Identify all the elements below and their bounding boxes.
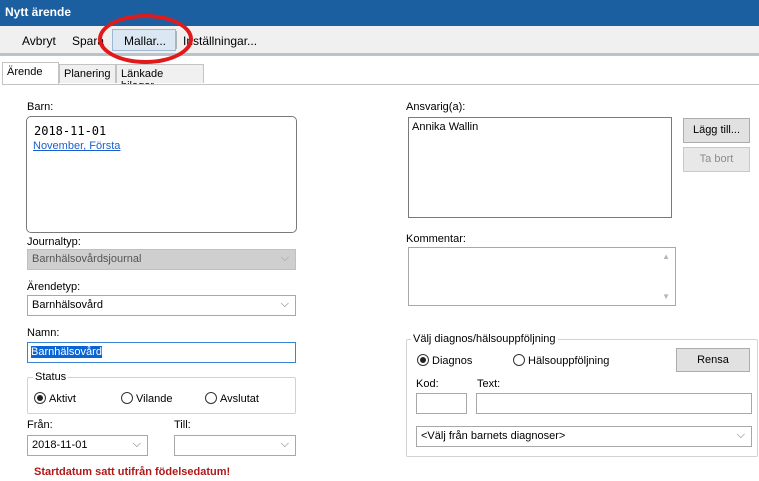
status-radio-aktivt[interactable]: Aktivt: [34, 392, 76, 405]
kod-input[interactable]: [416, 393, 467, 414]
arendetyp-select[interactable]: Barnhälsovård ⌵: [27, 295, 296, 316]
fran-date-picker[interactable]: 2018-11-01 ⌵: [27, 435, 148, 456]
tab-arende[interactable]: Ärende: [2, 62, 59, 84]
radio-selected-icon: [34, 392, 46, 404]
scroll-up-icon[interactable]: ▲: [662, 252, 670, 261]
barn-name-link[interactable]: November, Första: [33, 140, 120, 152]
radio-icon: [205, 392, 217, 404]
scroll-down-icon[interactable]: ▼: [662, 292, 670, 301]
barn-label: Barn:: [27, 101, 54, 113]
till-date-picker[interactable]: ⌵: [174, 435, 296, 456]
radio-label: Vilande: [136, 393, 173, 405]
fran-value: 2018-11-01: [32, 439, 88, 451]
status-radio-avslutat[interactable]: Avslutat: [205, 392, 259, 405]
clear-button[interactable]: Rensa: [676, 348, 750, 372]
tab-strip: Ärende Planering Länkade bilagor: [0, 62, 759, 92]
fran-label: Från:: [27, 419, 53, 431]
ansvarig-label: Ansvarig(a):: [406, 101, 466, 113]
namn-label: Namn:: [27, 327, 60, 339]
radio-icon: [513, 354, 525, 366]
cancel-menu-item[interactable]: Avbryt: [22, 34, 56, 48]
namn-value: Barnhälsovård: [31, 346, 102, 358]
kommentar-label: Kommentar:: [406, 233, 466, 245]
remove-responsible-button[interactable]: Ta bort: [683, 147, 750, 172]
startdate-warning: Startdatum satt utifrån födelsedatum!: [34, 466, 231, 478]
diagnoses-select-value: <Välj från barnets diagnoser>: [421, 430, 566, 442]
tab-planering[interactable]: Planering: [59, 64, 116, 83]
radio-selected-icon: [417, 354, 429, 366]
chevron-down-icon: ⌵: [736, 429, 745, 441]
status-legend: Status: [33, 371, 69, 383]
list-item[interactable]: Annika Wallin: [412, 121, 671, 133]
diagnos-radio-diagnos[interactable]: Diagnos: [417, 354, 472, 367]
status-radio-vilande[interactable]: Vilande: [121, 392, 173, 405]
barn-birthdate: 2018-11-01: [34, 124, 107, 138]
journaltyp-value: Barnhälsovårdsjournal: [32, 253, 142, 265]
tab-lankade-bilagor[interactable]: Länkade bilagor: [116, 64, 204, 92]
chevron-down-icon: ⌵: [280, 438, 289, 450]
kod-label: Kod:: [416, 378, 439, 390]
radio-icon: [121, 392, 133, 404]
arendetyp-label: Ärendetyp:: [27, 281, 81, 293]
text-label: Text:: [477, 378, 501, 390]
till-label: Till:: [174, 419, 191, 431]
chevron-down-icon: ⌵: [280, 252, 289, 264]
chevron-down-icon: ⌵: [280, 298, 289, 310]
radio-label: Hälsouppföljning: [528, 355, 610, 367]
arendetyp-value: Barnhälsovård: [32, 299, 103, 311]
text-input[interactable]: [476, 393, 752, 414]
journaltyp-select: Barnhälsovårdsjournal ⌵: [27, 249, 296, 270]
diagnoses-select[interactable]: <Välj från barnets diagnoser> ⌵: [416, 426, 752, 447]
journaltyp-label: Journaltyp:: [27, 236, 81, 248]
radio-label: Diagnos: [432, 355, 473, 367]
add-responsible-button[interactable]: Lägg till...: [683, 118, 750, 143]
ansvarig-list[interactable]: Annika Wallin: [408, 117, 672, 218]
red-highlight-annotation: [98, 14, 193, 64]
kommentar-textarea[interactable]: ▲ ▼: [408, 247, 676, 306]
radio-label: Avslutat: [220, 393, 259, 405]
radio-label: Aktivt: [49, 393, 76, 405]
namn-input[interactable]: Barnhälsovård: [27, 342, 296, 363]
diagnos-radio-halsouppfoljning[interactable]: Hälsouppföljning: [513, 354, 609, 367]
diagnos-legend: Välj diagnos/hälsouppföljning: [411, 333, 558, 345]
chevron-down-icon: ⌵: [132, 438, 141, 450]
settings-menu-item[interactable]: Inställningar...: [183, 34, 257, 48]
